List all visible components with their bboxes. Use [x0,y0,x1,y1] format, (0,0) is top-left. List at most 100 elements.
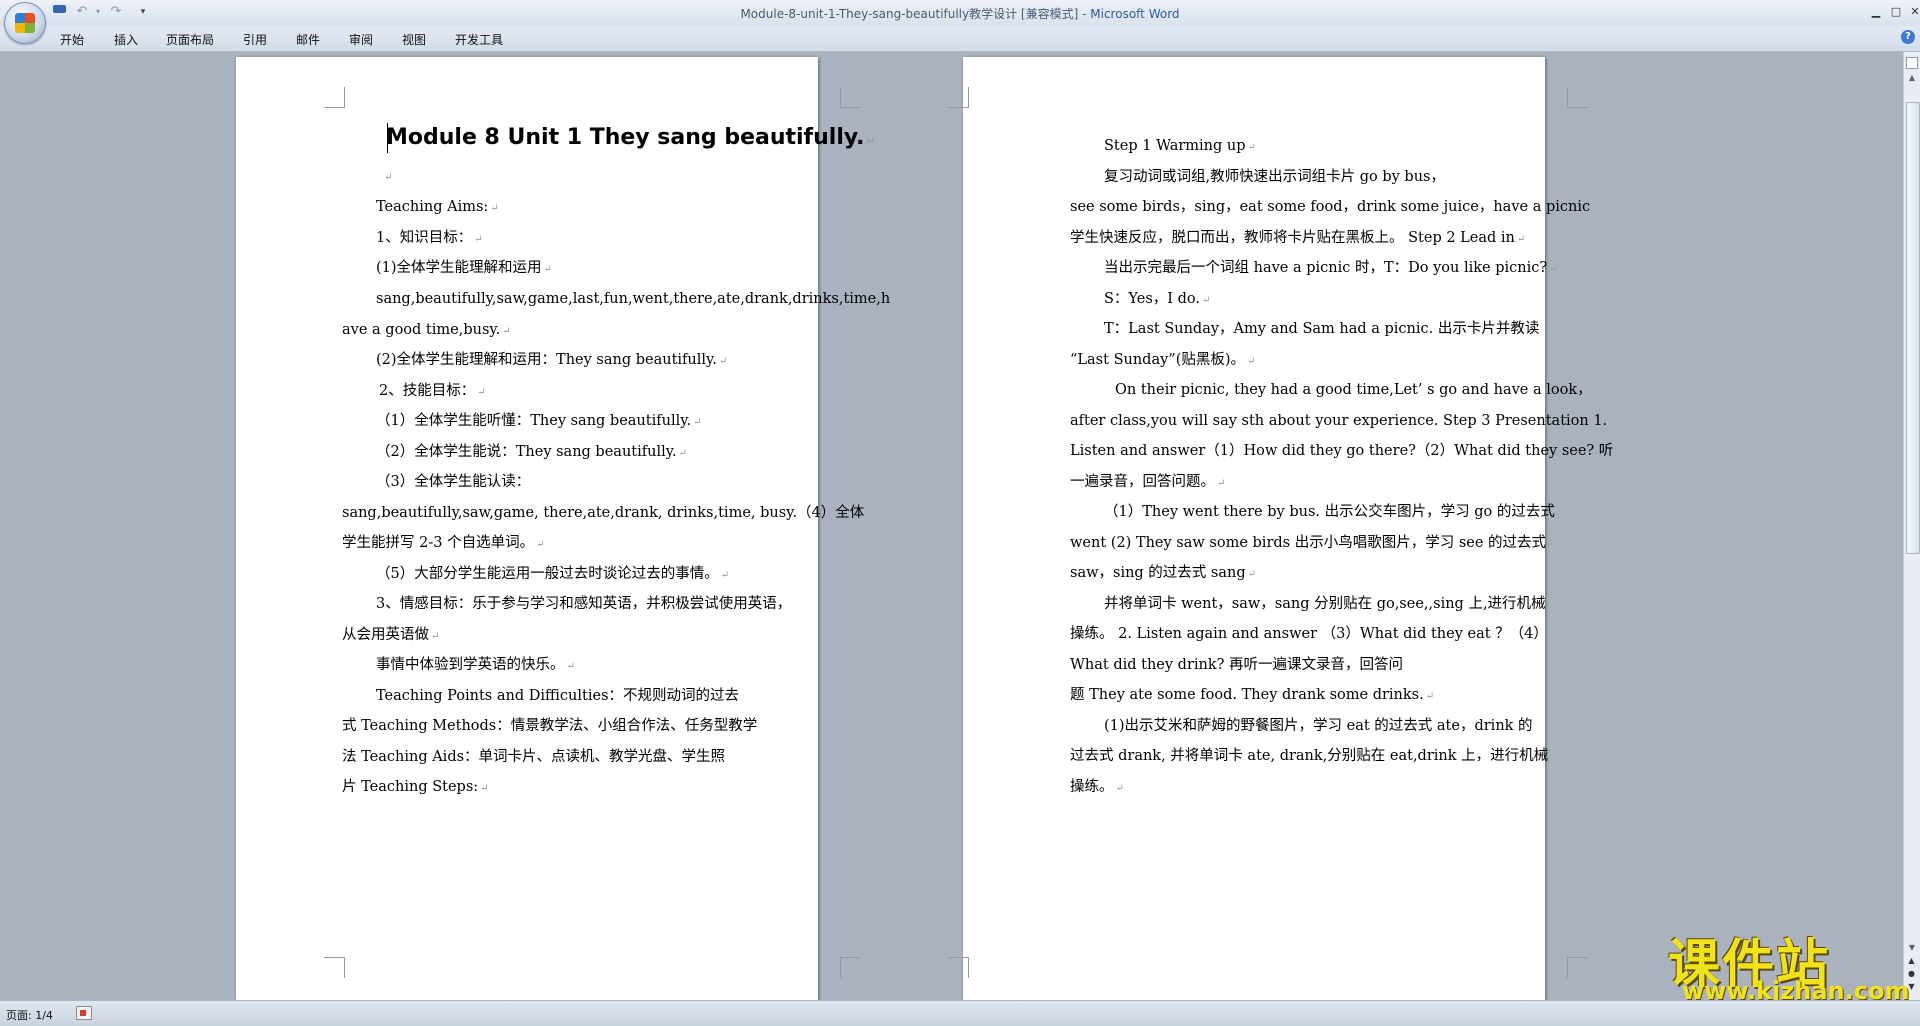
tab-insert[interactable]: 插入 [114,31,138,48]
line-text: sang,beautifully,saw,game,last,fun,went,… [376,291,891,307]
line-text: 从会用英语做 [342,627,429,643]
paragraph-line: 题 They ate some food. They drank some dr… [1070,687,1435,703]
line-text: 法 Teaching Aids：单词卡片、点读机、教学光盘、学生照 [342,749,726,765]
paragraph-line: 式 Teaching Methods：情景教学法、小组合作法、任务型教学 [342,717,757,735]
paragraph-line: 并将单词卡 went，saw，sang 分别贴在 go,see,,sing 上,… [1104,595,1546,613]
crop-mark [948,957,969,978]
paragraph-line: saw，sing 的过去式 sang ↵ [1070,565,1257,581]
paragraph-line: （2）全体学生能说：They sang beautifully. ↵ [376,444,687,460]
line-text: 3、情感目标：乐于参与学习和感知英语，并积极尝试使用英语， [376,596,792,612]
proofing-icon[interactable] [76,1006,92,1020]
line-text: 操练。 2. Listen again and answer （3）What d… [1070,626,1548,642]
close-button[interactable]: ✕ [1905,3,1920,21]
paragraph-line: 学生能拼写 2-3 个自选单词。 ↵ [342,535,545,551]
line-text: （1）They went there by bus. 出示公交车图片，学习 go… [1104,504,1555,520]
window-title-app: Microsoft Word [1090,7,1180,21]
line-text: Teaching Points and Difficulties：不规则动词的过… [376,688,740,704]
line-text: 一遍录音，回答问题。 [1070,474,1215,490]
paragraph-line: 2、技能目标： ↵ [379,383,486,399]
document-canvas[interactable]: Module 8 Unit 1 They sang beautifully. ↵ … [0,52,1903,1000]
line-text: What did they drink? 再听一遍课文录音，回答问 [1070,657,1404,673]
vertical-scrollbar[interactable]: ▲ ▼ [1903,52,1920,1000]
line-text: saw，sing 的过去式 sang [1070,565,1246,581]
paragraph-line: after class,you will say sth about your … [1070,412,1607,430]
paragraph-line: 3、情感目标：乐于参与学习和感知英语，并积极尝试使用英语， [376,595,791,613]
paragraph-line: （1）They went there by bus. 出示公交车图片，学习 go… [1104,503,1555,521]
scrollbar-thumb[interactable] [1906,102,1920,554]
crop-mark [840,957,861,978]
line-text: 事情中体验到学英语的快乐。 [376,657,565,673]
crop-mark [1567,957,1588,978]
paragraph-line: sang,beautifully,saw,game, there,ate,dra… [342,504,864,522]
tab-references[interactable]: 引用 [243,31,267,48]
paragraph-line: Teaching Aims: ↵ [376,199,499,215]
paragraph-line: (1)出示艾米和萨姆的野餐图片，学习 eat 的过去式 ate，drink 的 [1104,717,1533,735]
scroll-up-icon[interactable]: ▲ [1906,72,1918,84]
paragraph-line: 事情中体验到学英语的快乐。 ↵ [376,657,575,673]
paragraph-line: went (2) They saw some birds 出示小鸟唱歌图片，学习… [1070,534,1546,552]
paragraph-line: 学生快速反应，脱口而出，教师将卡片贴在黑板上。 Step 2 Lead in ↵ [1070,230,1526,246]
paragraph-line: Teaching Points and Difficulties：不规则动词的过… [376,687,739,705]
paragraph-line: On their picnic, they had a good time,Le… [1115,381,1592,399]
document-title: Module 8 Unit 1 They sang beautifully. ↵ [386,125,875,150]
line-text: 操练。 [1070,779,1114,795]
line-text: 当出示完最后一个词组 have a picnic 时，T：Do you like… [1104,260,1548,276]
paragraph-line: 一遍录音，回答问题。 ↵ [1070,474,1226,490]
maximize-button[interactable]: □ [1886,3,1906,21]
paragraph-line: see some birds，sing，eat some food，drink … [1070,198,1590,216]
line-text: 学生快速反应，脱口而出，教师将卡片贴在黑板上。 Step 2 Lead in [1070,230,1515,246]
minimize-button[interactable]: ▁ [1866,3,1886,21]
paragraph-line: 1、知识目标： ↵ [376,230,483,246]
tab-developer[interactable]: 开发工具 [455,31,503,48]
ribbon-tabs: 开始 插入 页面布局 引用 邮件 审阅 视图 开发工具 ? [0,26,1920,52]
line-text: 片 Teaching Steps: [342,779,479,795]
office-button[interactable] [4,2,46,44]
line-text: Step 1 Warming up [1104,138,1246,154]
line-text: 并将单词卡 went，saw，sang 分别贴在 go,see,,sing 上,… [1104,596,1546,612]
line-text: “Last Sunday”(贴黑板)。 [1070,352,1246,368]
line-text: 学生能拼写 2-3 个自选单词。 [342,535,535,551]
line-text: ave a good time,busy. [342,322,501,338]
crop-mark [1567,87,1588,108]
empty-paragraph-mark: ↵ [384,172,393,183]
document-title-text: Module 8 Unit 1 They sang beautifully. [386,125,865,150]
paragraph-line: T：Last Sunday，Amy and Sam had a picnic. … [1104,320,1539,338]
line-text: went (2) They saw some birds 出示小鸟唱歌图片，学习… [1070,535,1547,551]
window-title: Module-8-unit-1-They-sang-beautifully教学设… [0,5,1920,22]
line-text: 复习动词或词组,教师快速出示词组卡片 go by bus， [1104,169,1445,185]
paragraph-line: （3）全体学生能认读： [376,473,530,491]
crop-mark [840,87,861,108]
line-text: T：Last Sunday，Amy and Sam had a picnic. … [1104,321,1540,337]
paragraph-line: 过去式 drank, 并将单词卡 ate, drank,分别贴在 eat,dri… [1070,747,1548,765]
line-text: see some birds，sing，eat some food，drink … [1070,199,1591,215]
office-logo-icon [15,13,35,33]
paragraph-line: ave a good time,busy. ↵ [342,322,511,338]
tab-view[interactable]: 视图 [402,31,426,48]
line-text: 过去式 drank, 并将单词卡 ate, drank,分别贴在 eat,dri… [1070,748,1549,764]
paragraph-line: （5）大部分学生能运用一般过去时谈论过去的事情。 ↵ [376,566,730,582]
tab-home[interactable]: 开始 [60,31,84,48]
page-1[interactable]: Module 8 Unit 1 They sang beautifully. ↵ … [236,57,890,1000]
crop-mark [324,87,345,108]
page-2[interactable]: Step 1 Warming up ↵ 复习动词或词组,教师快速出示词组卡片 go… [948,57,1613,1000]
paragraph-line: 当出示完最后一个词组 have a picnic 时，T：Do you like… [1104,260,1558,276]
crop-mark [324,957,345,978]
previous-page-icon[interactable]: ▲ [1906,955,1917,966]
ruler-toggle-icon[interactable] [1906,57,1918,69]
page-count[interactable]: 页面: 1/4 [6,1007,53,1023]
line-text: (1)出示艾米和萨姆的野餐图片，学习 eat 的过去式 ate，drink 的 [1104,718,1533,734]
paragraph-line: (1)全体学生能理解和运用 ↵ [376,260,552,276]
line-text: S：Yes，I do. [1104,291,1200,307]
line-text: On their picnic, they had a good time,Le… [1115,382,1592,398]
tab-mailings[interactable]: 邮件 [296,31,320,48]
status-bar: 页面: 1/4 [0,1000,1920,1026]
tab-page-layout[interactable]: 页面布局 [166,31,214,48]
paragraph-line: Listen and answer（1）How did they go ther… [1070,442,1613,460]
paragraph-line: “Last Sunday”(贴黑板)。 ↵ [1070,352,1256,368]
line-text: （5）大部分学生能运用一般过去时谈论过去的事情。 [376,566,719,582]
tab-review[interactable]: 审阅 [349,31,373,48]
line-text: after class,you will say sth about your … [1070,413,1608,429]
help-icon[interactable]: ? [1901,30,1915,44]
line-text: (1)全体学生能理解和运用 [376,260,542,276]
scroll-down-icon[interactable]: ▼ [1906,942,1918,954]
